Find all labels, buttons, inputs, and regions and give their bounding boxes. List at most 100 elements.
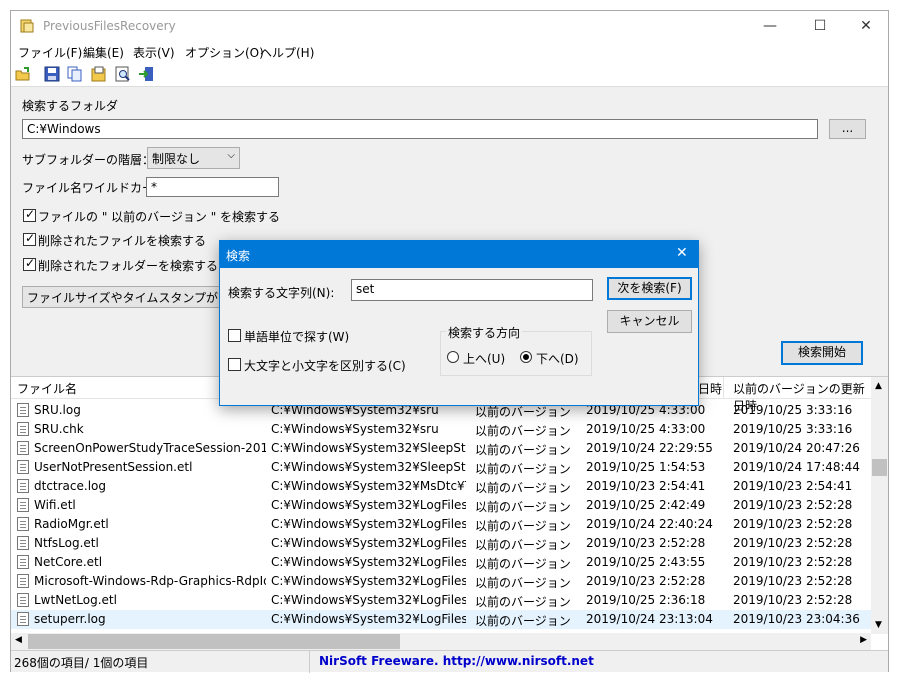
filename-cell: setuperr.log [34,612,106,626]
menu-options[interactable]: オプション(O) [185,44,264,61]
previous-date-cell: 2019/10/23 2:54:41 [733,479,853,493]
properties-icon[interactable] [91,66,107,82]
date-cell: 2019/10/24 23:13:04 [586,612,713,626]
previous-date-cell: 2019/10/24 20:47:26 [733,441,860,455]
radio-up[interactable] [447,351,459,363]
table-row[interactable]: LwtNetLog.etl C:¥Windows¥System32¥LogFile… [11,591,871,610]
match-case-checkbox[interactable] [228,358,241,371]
file-icon [17,555,29,569]
path-cell: C:¥Windows¥System32¥MsDtc¥Tra... [271,479,466,493]
file-icon [17,460,29,474]
previous-date-cell: 2019/10/23 2:52:28 [733,498,853,512]
file-icon [17,536,29,550]
date-cell: 2019/10/25 4:33:00 [586,422,706,436]
previous-date-cell: 2019/10/23 23:04:36 [733,612,860,626]
table-row[interactable]: RadioMgr.etl C:¥Windows¥System32¥LogFiles… [11,515,871,534]
type-cell: 以前のバージョン [475,576,571,590]
checkbox-previous-versions[interactable] [23,207,36,222]
minimize-button[interactable]: — [747,11,793,41]
table-row[interactable]: UserNotPresentSession.etl C:¥Windows¥Syst… [11,458,871,477]
file-icon [17,593,29,607]
file-icon [17,403,29,417]
dialog-title-bar[interactable]: 検索 ✕ [220,241,698,268]
menu-edit[interactable]: 編集(E) [83,44,124,61]
column-date[interactable]: 日時 [698,380,722,397]
table-row[interactable]: NtfsLog.etl C:¥Windows¥System32¥LogFiles¥… [11,534,871,553]
table-row[interactable]: SRU.chk C:¥Windows¥System32¥sru 以前のバージョン 20… [11,420,871,439]
cancel-button[interactable]: キャンセル [607,310,692,333]
horizontal-scrollbar[interactable]: ◀ ▶ [11,633,871,650]
file-icon [17,612,29,626]
filename-cell: RadioMgr.etl [34,517,109,531]
save-icon[interactable] [44,66,60,82]
filename-cell: Microsoft-Windows-Rdp-Graphics-RdpId... [34,574,266,588]
date-cell: 2019/10/25 1:54:53 [586,460,706,474]
scroll-down-icon[interactable]: ▼ [875,620,882,630]
scroll-thumb[interactable] [872,459,887,476]
checkbox-deleted-folders[interactable] [23,256,36,271]
table-row[interactable]: ScreenOnPowerStudyTraceSession-2019-... C… [11,439,871,458]
maximize-button[interactable]: ☐ [797,11,843,41]
column-filename[interactable]: ファイル名 [17,380,77,397]
date-cell: 2019/10/25 2:43:55 [586,555,706,569]
close-button[interactable]: ✕ [843,11,889,41]
file-icon [17,498,29,512]
scroll-left-icon[interactable]: ◀ [15,635,22,645]
date-cell: 2019/10/25 2:42:49 [586,498,706,512]
copy-icon[interactable] [67,66,83,82]
wildcard-input[interactable]: * [146,177,279,197]
search-string-input[interactable]: set [351,279,593,301]
vertical-scrollbar[interactable]: ▲ ▼ [871,377,888,634]
checkbox-deleted-files[interactable] [23,231,36,246]
filename-cell: NetCore.etl [34,555,103,569]
find-dialog: 検索 ✕ 検索する文字列(N): set 次を検索(F) キャンセル 単語単位で… [219,240,699,406]
column-divider[interactable] [723,377,724,399]
wildcard-label: ファイル名ワイルドカー [22,181,155,195]
app-icon [20,19,34,33]
filename-cell: SRU.chk [34,422,84,436]
nirsoft-link[interactable]: NirSoft Freeware. http://www.nirsoft.net [319,654,594,668]
checkbox-deleted-files-label: 削除されたファイルを検索する [38,234,207,248]
menu-file[interactable]: ファイル(F) [18,44,82,61]
table-row[interactable]: NetCore.etl C:¥Windows¥System32¥LogFiles¥… [11,553,871,572]
hscroll-thumb[interactable] [28,634,400,649]
type-cell: 以前のバージョン [475,500,571,514]
folder-input[interactable]: C:¥Windows [22,119,818,139]
window-title: PreviousFilesRecovery [43,19,176,33]
checkbox-deleted-folders-label: 削除されたフォルダーを検索する [38,259,219,273]
menu-view[interactable]: 表示(V) [133,44,175,61]
browse-button[interactable]: ... [829,119,866,139]
table-row[interactable]: Wifi.etl C:¥Windows¥System32¥LogFiles¥...… [11,496,871,515]
subfolder-select[interactable]: 制限なし ⌵ [147,147,240,169]
menu-help[interactable]: ヘルプ(H) [260,44,314,61]
file-list[interactable]: ファイル名 日時 以前のバージョンの更新日時 SRU.log C:¥Windows… [11,376,888,650]
scroll-up-icon[interactable]: ▲ [875,381,882,391]
previous-date-cell: 2019/10/23 2:52:28 [733,555,853,569]
type-cell: 以前のバージョン [475,595,571,609]
file-icon [17,441,29,455]
open-folder-icon[interactable] [15,66,31,82]
radio-up-label: 上へ(U) [463,352,506,366]
table-row[interactable]: Microsoft-Windows-Rdp-Graphics-RdpId... C… [11,572,871,591]
previous-date-cell: 2019/10/25 3:33:16 [733,422,853,436]
previous-date-cell: 2019/10/25 3:33:16 [733,403,853,417]
find-icon[interactable] [115,66,131,82]
filename-cell: ScreenOnPowerStudyTraceSession-2019-... [34,441,266,455]
table-row[interactable]: dtctrace.log C:¥Windows¥System32¥MsDtc¥Tr… [11,477,871,496]
type-cell: 以前のバージョン [475,557,571,571]
find-next-button[interactable]: 次を検索(F) [607,277,692,300]
radio-down[interactable] [520,351,532,363]
start-search-button[interactable]: 検索開始 [781,341,863,365]
whole-word-checkbox[interactable] [228,329,241,342]
path-cell: C:¥Windows¥System32¥LogFiles¥... [271,593,466,607]
filename-cell: LwtNetLog.etl [34,593,117,607]
type-cell: 以前のバージョン [475,462,571,476]
chevron-down-icon: ⌵ [227,150,235,161]
status-divider [309,651,310,673]
title-bar[interactable]: PreviousFilesRecovery — ☐ ✕ [11,11,888,41]
exit-icon[interactable] [138,66,154,82]
scroll-right-icon[interactable]: ▶ [860,635,867,645]
type-cell: 以前のバージョン [475,614,571,628]
table-row[interactable]: setuperr.log C:¥Windows¥System32¥LogFiles… [11,610,871,629]
dialog-close-button[interactable]: ✕ [676,245,688,261]
